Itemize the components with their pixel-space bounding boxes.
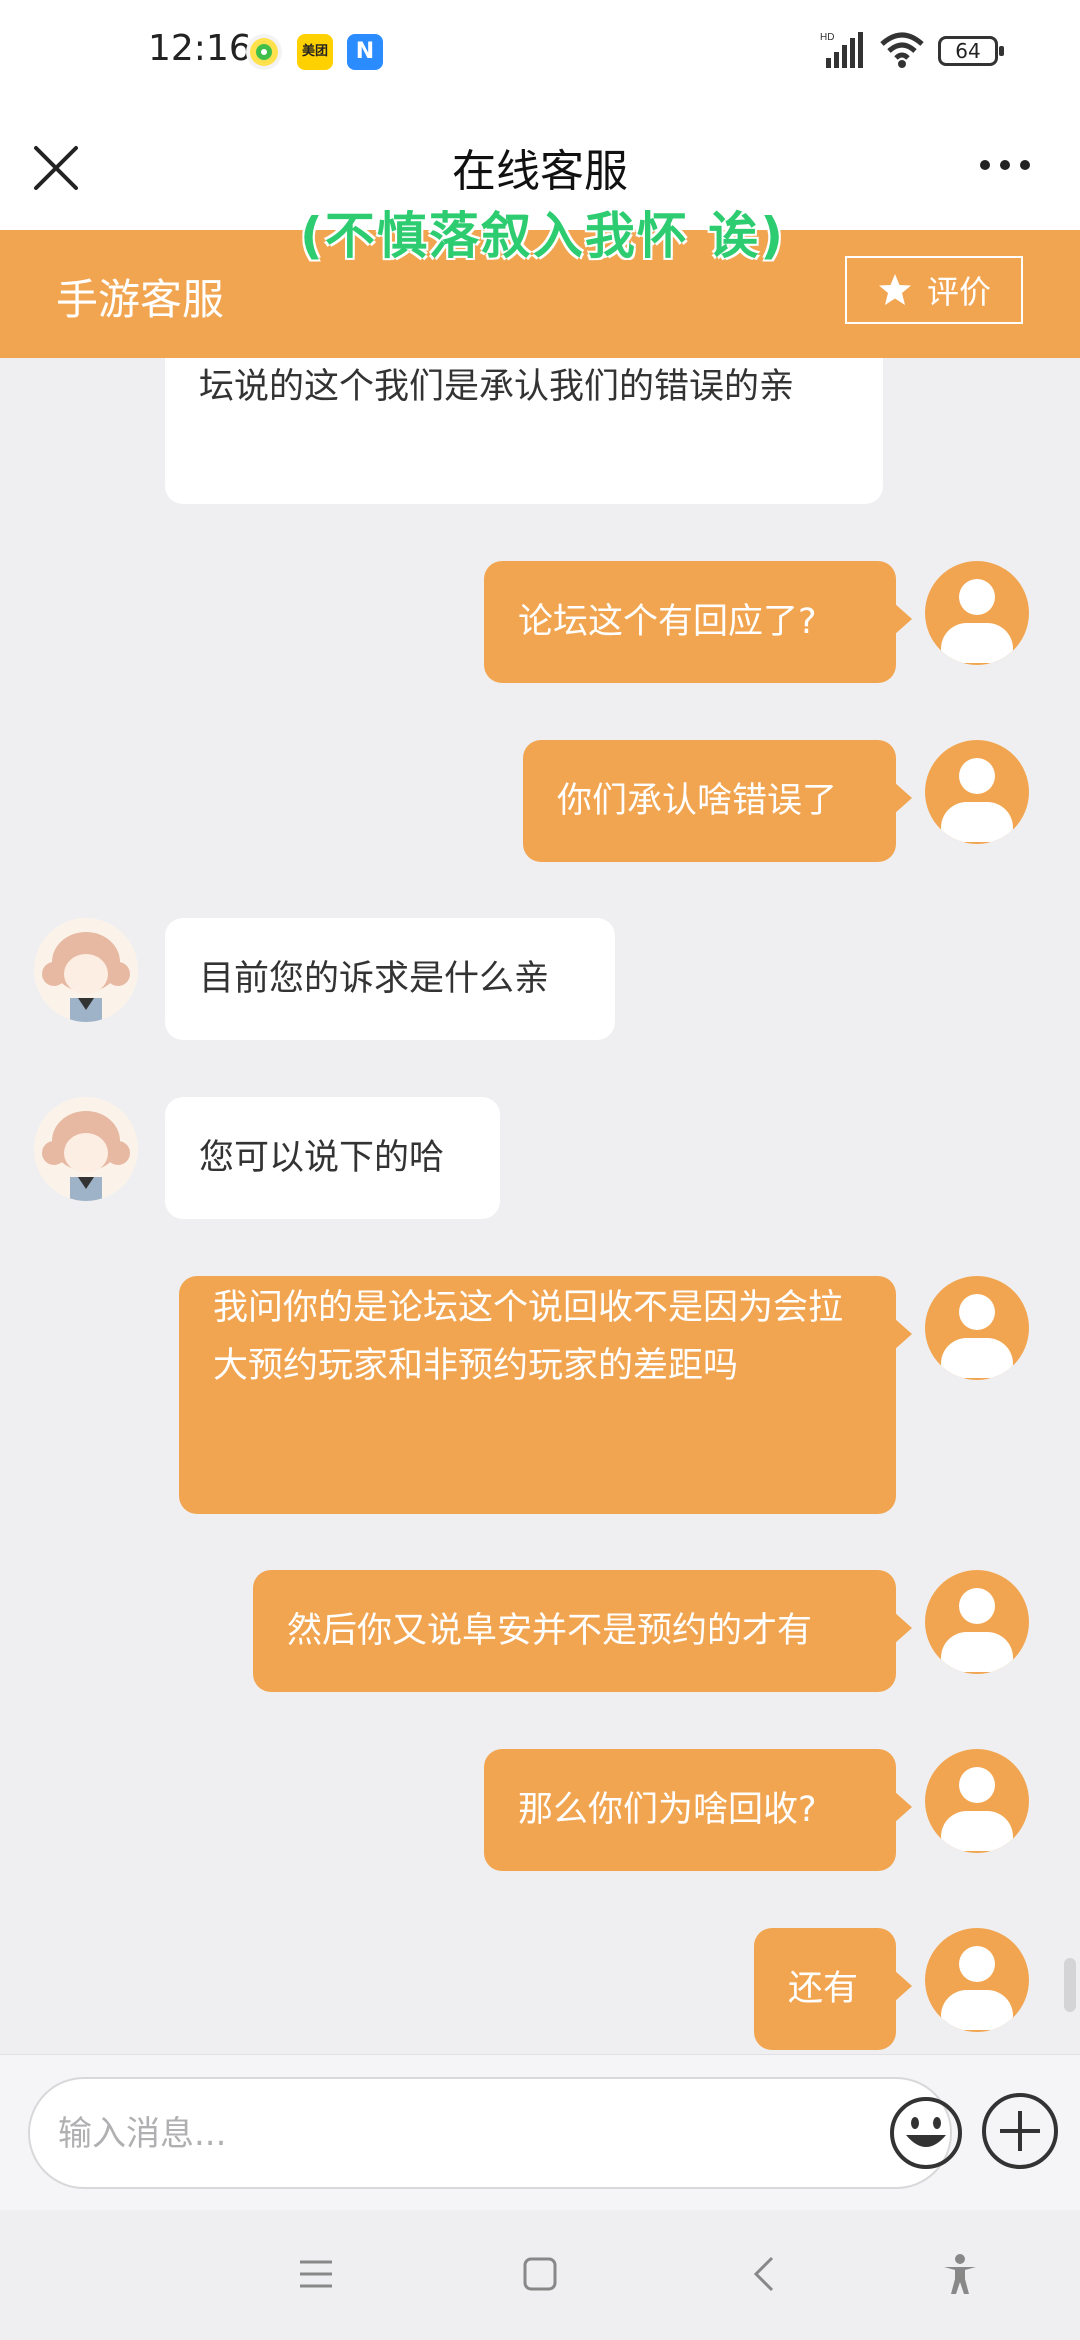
message-bubble-user: 然后你又说阜安并不是预约的才有 xyxy=(253,1570,912,1692)
accessibility-icon[interactable] xyxy=(938,2252,982,2296)
n-app-icon: N xyxy=(347,34,383,70)
message-bubble-user: 论坛这个有回应了? xyxy=(484,561,912,683)
user-avatar[interactable] xyxy=(925,1276,1029,1380)
message-text: 我问你的是论坛这个说回收不是因为会拉大预约玩家和非预约玩家的差距吗 xyxy=(213,1288,844,1386)
service-title: 手游客服 xyxy=(56,275,225,324)
overlay-watermark-text: (不慎落叙入我怀 诶) xyxy=(300,207,786,265)
message-text: 坛说的这个我们是承认我们的错误的亲 xyxy=(199,367,795,407)
message-bubble-agent: 目前您的诉求是什么亲 xyxy=(165,918,615,1040)
menu-icon[interactable] xyxy=(294,2252,338,2296)
system-nav-bar xyxy=(0,2210,1080,2340)
chat-area[interactable]: 坛说的这个我们是承认我们的错误的亲 论坛这个有回应了? 你们承认啥错误了 目前您… xyxy=(0,358,1080,2054)
message-bubble-agent: 您可以说下的哈 xyxy=(165,1097,500,1219)
message-bubble-user: 你们承认啥错误了 xyxy=(523,740,912,862)
message-input-container xyxy=(28,2077,962,2189)
agent-avatar-image xyxy=(34,1097,138,1201)
message-bubble-user: 还有 xyxy=(754,1928,912,2050)
message-text: 目前您的诉求是什么亲 xyxy=(199,959,550,999)
user-avatar[interactable] xyxy=(925,1570,1029,1674)
star-icon xyxy=(878,274,911,305)
music-app-icon xyxy=(246,34,282,70)
agent-avatar[interactable] xyxy=(34,1097,138,1201)
emoji-icon[interactable] xyxy=(888,2095,964,2171)
svg-text:HD: HD xyxy=(820,32,834,43)
rate-label: 评价 xyxy=(926,273,991,311)
message-text: 论坛这个有回应了? xyxy=(518,602,817,642)
agent-avatar[interactable] xyxy=(34,918,138,1022)
signal-icon: HD xyxy=(820,32,863,68)
home-icon[interactable] xyxy=(518,2252,562,2296)
page-title: 在线客服 xyxy=(452,146,628,197)
scrollbar[interactable] xyxy=(1064,1958,1076,2012)
input-bar xyxy=(0,2054,1080,2211)
message-text: 然后你又说阜安并不是预约的才有 xyxy=(287,1611,813,1651)
message-text: 那么你们为啥回收? xyxy=(518,1790,817,1830)
wifi-icon xyxy=(880,32,924,68)
message-bubble-agent: 坛说的这个我们是承认我们的错误的亲 xyxy=(165,358,883,504)
status-bar: 12:16 美团 N HD 64 xyxy=(0,0,1080,105)
message-text: 您可以说下的哈 xyxy=(199,1138,445,1178)
plus-icon[interactable] xyxy=(980,2091,1060,2171)
user-avatar[interactable] xyxy=(925,1928,1029,2032)
message-text: 你们承认啥错误了 xyxy=(557,781,838,821)
meituan-app-icon: 美团 xyxy=(297,34,333,70)
message-bubble-user: 那么你们为啥回收? xyxy=(484,1749,912,1871)
user-avatar[interactable] xyxy=(925,561,1029,665)
back-icon[interactable] xyxy=(744,2252,788,2296)
message-input[interactable] xyxy=(56,2101,840,2167)
user-avatar[interactable] xyxy=(925,740,1029,844)
user-avatar[interactable] xyxy=(925,1749,1029,1853)
more-icon[interactable] xyxy=(975,145,1035,185)
rate-button[interactable]: 评价 xyxy=(845,256,1023,324)
message-bubble-user: 我问你的是论坛这个说回收不是因为会拉大预约玩家和非预约玩家的差距吗 xyxy=(179,1276,912,1514)
message-text: 还有 xyxy=(788,1969,859,2009)
battery-indicator: 64 xyxy=(938,36,1004,66)
status-time: 12:16 xyxy=(148,28,252,69)
agent-avatar-image xyxy=(34,918,138,1022)
